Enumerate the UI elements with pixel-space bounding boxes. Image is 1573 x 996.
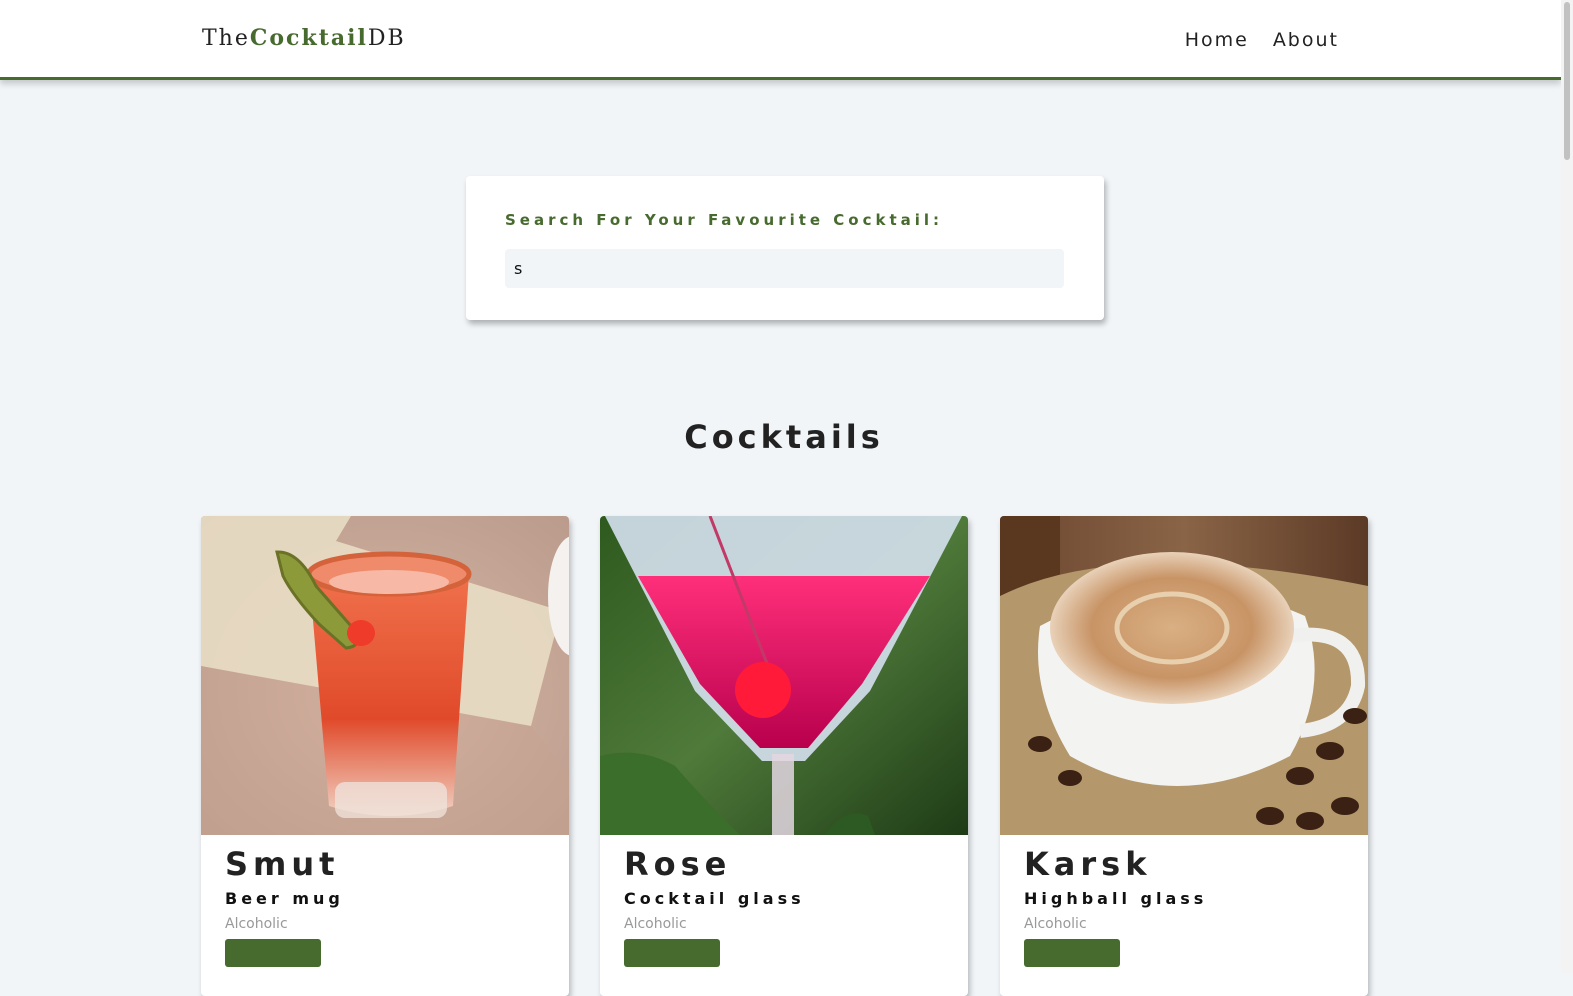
cocktail-type: Alcoholic [225, 915, 288, 932]
search-label: Search For Your Favourite Cocktail: [505, 211, 944, 229]
cocktail-name: Smut [225, 845, 340, 883]
search-form: Search For Your Favourite Cocktail: [466, 176, 1104, 320]
cocktail-image-rose[interactable] [600, 516, 968, 835]
cocktail-image-smut[interactable] [201, 516, 569, 835]
page-scrollbar[interactable] [1561, 0, 1573, 973]
site-logo[interactable]: TheCocktailDB [202, 25, 406, 51]
scrollbar-thumb[interactable] [1564, 2, 1570, 160]
details-button[interactable] [624, 938, 720, 967]
section-title: Cocktails [684, 418, 884, 456]
search-input[interactable] [505, 249, 1064, 288]
nav-link-home[interactable]: Home [1185, 29, 1249, 51]
card-body: Karsk Highball glass Alcoholic [1024, 846, 1352, 967]
cocktail-type: Alcoholic [1024, 915, 1087, 932]
card-body: Rose Cocktail glass Alcoholic [624, 846, 952, 967]
cocktail-card: Karsk Highball glass Alcoholic [1000, 516, 1368, 996]
card-body: Smut Beer mug Alcoholic [225, 846, 553, 967]
logo-prefix: The [202, 26, 250, 51]
nav-links: Home About [1185, 29, 1339, 51]
nav-link-about[interactable]: About [1273, 29, 1339, 51]
navbar: TheCocktailDB Home About [0, 0, 1561, 80]
details-button[interactable] [225, 938, 321, 967]
cocktail-card: Rose Cocktail glass Alcoholic [600, 516, 968, 996]
cocktail-type: Alcoholic [624, 915, 687, 932]
logo-suffix: DB [367, 26, 406, 51]
cocktail-name: Karsk [1024, 845, 1152, 883]
details-button[interactable] [1024, 938, 1120, 967]
cocktail-name: Rose [624, 845, 732, 883]
cocktail-glass: Cocktail glass [624, 888, 805, 908]
cocktail-glass: Beer mug [225, 888, 344, 908]
cocktail-card: Smut Beer mug Alcoholic [201, 516, 569, 996]
cocktail-image-karsk[interactable] [1000, 516, 1368, 835]
cocktail-glass: Highball glass [1024, 888, 1208, 908]
logo-accent: Cocktail [249, 25, 368, 51]
